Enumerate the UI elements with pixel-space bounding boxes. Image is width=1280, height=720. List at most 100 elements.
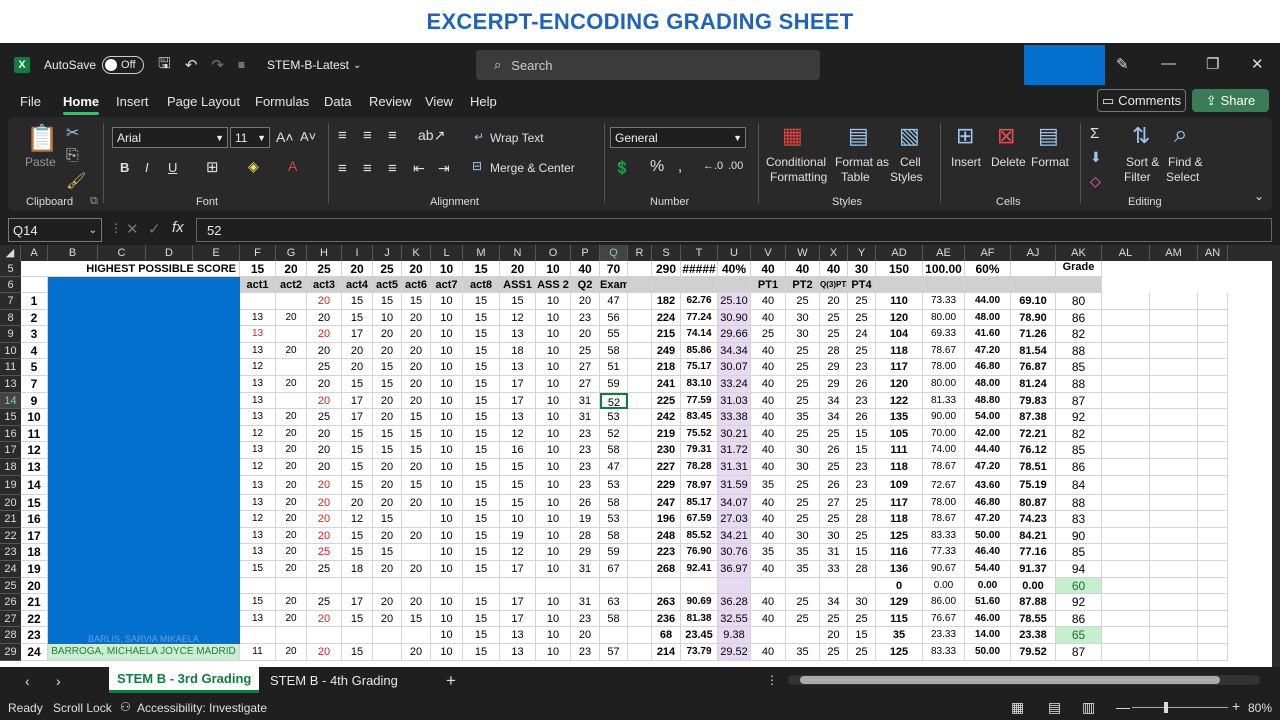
- score-cell[interactable]: 44.00: [965, 293, 1011, 310]
- student-number-cell[interactable]: 20: [21, 577, 48, 595]
- score-cell[interactable]: 268: [652, 561, 681, 578]
- score-cell[interactable]: 10: [536, 527, 571, 545]
- score-cell[interactable]: 13: [240, 610, 276, 628]
- score-cell[interactable]: 25: [820, 459, 848, 476]
- score-cell[interactable]: 34: [820, 392, 848, 410]
- score-cell[interactable]: 120: [876, 376, 923, 393]
- score-cell[interactable]: 52: [600, 425, 628, 443]
- column-label-cell[interactable]: ASS1: [500, 277, 536, 293]
- score-cell[interactable]: 248: [652, 527, 681, 545]
- max-score-cell[interactable]: 15: [463, 261, 500, 277]
- column-label-cell[interactable]: act4: [342, 277, 373, 293]
- score-cell[interactable]: [571, 577, 600, 595]
- score-cell[interactable]: 76.90: [681, 544, 718, 561]
- cell[interactable]: [1102, 293, 1150, 310]
- score-cell[interactable]: 10: [536, 293, 571, 310]
- cell[interactable]: [1150, 494, 1198, 512]
- score-cell[interactable]: 10: [536, 309, 571, 327]
- conditional-label-2[interactable]: Formatting: [770, 170, 827, 184]
- sort-label-2[interactable]: Filter: [1124, 170, 1151, 184]
- column-header-i[interactable]: I: [342, 245, 373, 261]
- score-cell[interactable]: 28: [820, 342, 848, 360]
- score-cell[interactable]: 15: [402, 425, 431, 443]
- cell[interactable]: [1150, 409, 1198, 426]
- max-score-cell[interactable]: 40%: [718, 261, 751, 277]
- score-cell[interactable]: 26: [848, 376, 876, 393]
- score-cell[interactable]: 23: [848, 459, 876, 476]
- score-cell[interactable]: 20: [307, 511, 342, 528]
- column-label-cell[interactable]: PT4: [848, 277, 876, 293]
- score-cell[interactable]: 53: [600, 409, 628, 426]
- number-format-select[interactable]: General ▼: [610, 127, 746, 148]
- score-cell[interactable]: 15: [848, 627, 876, 644]
- score-cell[interactable]: 20: [276, 610, 307, 628]
- score-cell[interactable]: [276, 359, 307, 376]
- score-cell[interactable]: 10: [536, 544, 571, 561]
- score-cell[interactable]: 81.24: [1011, 376, 1056, 393]
- score-cell[interactable]: 10: [536, 376, 571, 393]
- score-cell[interactable]: [628, 561, 652, 578]
- student-number-cell[interactable]: 23: [21, 627, 48, 644]
- cell[interactable]: [1198, 561, 1228, 578]
- student-name-cell[interactable]: [48, 409, 240, 426]
- cell[interactable]: [1150, 342, 1198, 360]
- score-cell[interactable]: 25: [307, 359, 342, 376]
- score-cell[interactable]: 10: [536, 442, 571, 459]
- score-cell[interactable]: 54.40: [965, 561, 1011, 578]
- format-table-label-1[interactable]: Format as: [835, 155, 889, 169]
- sort-label-1[interactable]: Sort &: [1126, 155, 1159, 169]
- score-cell[interactable]: 51: [600, 359, 628, 376]
- column-label-cell[interactable]: [923, 277, 965, 293]
- score-cell[interactable]: 86: [1056, 610, 1102, 628]
- score-cell[interactable]: 12: [240, 359, 276, 376]
- score-cell[interactable]: 20: [307, 326, 342, 343]
- page-break-view-icon[interactable]: ▥: [1082, 699, 1095, 716]
- cell[interactable]: [1150, 544, 1198, 561]
- cell[interactable]: [1150, 293, 1198, 310]
- score-cell[interactable]: 10: [431, 627, 463, 644]
- score-cell[interactable]: 13: [240, 376, 276, 393]
- score-cell[interactable]: 76.67: [923, 610, 965, 628]
- score-cell[interactable]: 20: [402, 561, 431, 578]
- student-name-cell[interactable]: [48, 544, 240, 561]
- column-label-cell[interactable]: act8: [463, 277, 500, 293]
- score-cell[interactable]: 15: [373, 544, 402, 561]
- score-cell[interactable]: 29.66: [718, 326, 751, 343]
- score-cell[interactable]: 82: [1056, 425, 1102, 443]
- score-cell[interactable]: [751, 627, 786, 644]
- score-cell[interactable]: 65: [1056, 627, 1102, 644]
- score-cell[interactable]: 48.00: [965, 376, 1011, 393]
- format-painter-icon[interactable]: 🖌: [66, 171, 86, 191]
- score-cell[interactable]: 12: [500, 544, 536, 561]
- max-score-cell[interactable]: 70: [600, 261, 628, 277]
- score-cell[interactable]: 15: [342, 475, 373, 495]
- cell[interactable]: [1198, 644, 1228, 661]
- column-header-l[interactable]: L: [431, 245, 463, 261]
- max-score-cell[interactable]: 30: [848, 261, 876, 277]
- score-cell[interactable]: [373, 577, 402, 595]
- score-cell[interactable]: [848, 577, 876, 595]
- score-cell[interactable]: 35: [751, 544, 786, 561]
- score-cell[interactable]: [628, 459, 652, 476]
- student-name-cell[interactable]: [48, 561, 240, 578]
- score-cell[interactable]: 30: [786, 459, 820, 476]
- column-header-v[interactable]: V: [751, 245, 786, 261]
- score-cell[interactable]: 23: [848, 392, 876, 410]
- cell[interactable]: [1150, 527, 1198, 545]
- score-cell[interactable]: 225: [652, 392, 681, 410]
- score-cell[interactable]: 20: [276, 309, 307, 327]
- score-cell[interactable]: 10: [536, 392, 571, 410]
- score-cell[interactable]: 13: [240, 494, 276, 512]
- student-number-cell[interactable]: 18: [21, 544, 48, 561]
- score-cell[interactable]: 40: [751, 527, 786, 545]
- cell[interactable]: [1198, 511, 1228, 528]
- cell[interactable]: [1102, 359, 1150, 376]
- max-score-cell[interactable]: #####: [681, 261, 718, 277]
- column-header-x[interactable]: X: [820, 245, 848, 261]
- score-cell[interactable]: 40: [751, 376, 786, 393]
- cell[interactable]: [1102, 376, 1150, 393]
- score-cell[interactable]: 19: [500, 527, 536, 545]
- cell[interactable]: [1102, 527, 1150, 545]
- score-cell[interactable]: 30: [820, 527, 848, 545]
- score-cell[interactable]: 35: [786, 561, 820, 578]
